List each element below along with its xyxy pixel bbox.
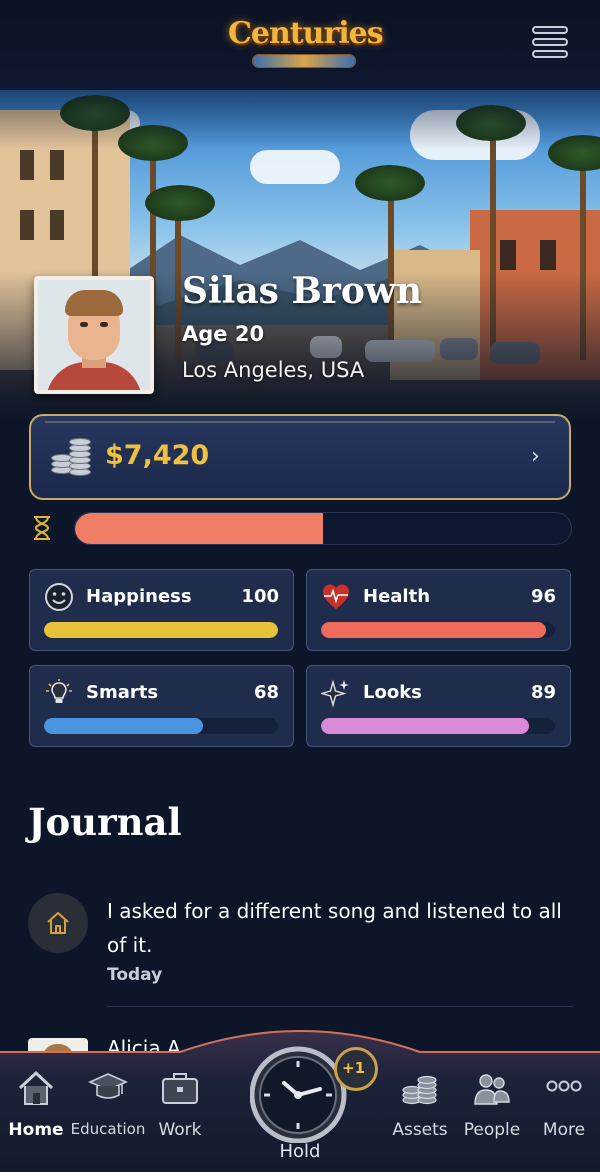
- coin-stack-icon: [51, 438, 95, 478]
- clock-icon: [249, 1046, 347, 1144]
- stat-bar-fill: [321, 622, 546, 638]
- graduation-cap-icon: [88, 1073, 128, 1099]
- lightbulb-icon: [46, 679, 72, 703]
- stat-bar: [321, 718, 555, 734]
- stat-bar: [44, 718, 278, 734]
- stat-card-health[interactable]: Health 96: [306, 569, 571, 651]
- character-name: Silas Brown: [182, 270, 423, 312]
- journal-entry-icon: [28, 893, 88, 953]
- heart-icon: [323, 584, 349, 609]
- hourglass-icon: [34, 516, 50, 540]
- character-location: Los Angeles, USA: [182, 358, 365, 382]
- life-time-progress-fill: [75, 513, 323, 544]
- nav-label: Work: [158, 1120, 202, 1140]
- stat-card-smarts[interactable]: Smarts 68: [29, 665, 294, 747]
- nav-assets[interactable]: Assets: [380, 1068, 460, 1158]
- stat-value: 68: [253, 682, 279, 703]
- logo-text: Centuries: [228, 16, 384, 51]
- plus-one-badge-text: +1: [342, 1059, 366, 1077]
- briefcase-icon: [162, 1073, 198, 1104]
- journal-entry-text: I asked for a different song and listene…: [107, 899, 562, 957]
- stat-bar-fill: [321, 718, 530, 734]
- stat-value: 100: [241, 586, 279, 607]
- smiley-icon: [45, 583, 73, 611]
- home-icon: [47, 912, 69, 934]
- stat-bar: [44, 622, 278, 638]
- avatar[interactable]: [34, 276, 154, 394]
- nav-people[interactable]: People: [452, 1068, 532, 1158]
- money-value: $7,420: [105, 440, 210, 471]
- app-header: Centuries: [0, 0, 600, 90]
- chevron-right-icon: ›: [531, 444, 540, 469]
- stat-card-looks[interactable]: Looks 89: [306, 665, 571, 747]
- nav-more[interactable]: More: [524, 1068, 600, 1158]
- sparkle-icon: [321, 679, 349, 708]
- nav-work[interactable]: Work: [140, 1068, 220, 1158]
- money-button[interactable]: $7,420 ›: [29, 414, 571, 500]
- journal-divider: [107, 1006, 573, 1007]
- people-icon: [474, 1074, 510, 1105]
- stat-bar-fill: [44, 718, 204, 734]
- centuries-logo: Centuries: [228, 14, 384, 72]
- hold-time-button[interactable]: +1: [249, 1043, 378, 1144]
- nav-label: More: [542, 1120, 586, 1140]
- stat-label: Health: [363, 586, 431, 607]
- stat-label: Happiness: [86, 586, 192, 607]
- journal-entry-date: Today: [107, 965, 163, 985]
- stat-label: Looks: [363, 682, 422, 703]
- home-icon: [18, 1070, 54, 1105]
- hold-label: Hold: [279, 1141, 321, 1162]
- stat-bar: [321, 622, 555, 638]
- logo-banner-strip: [252, 54, 356, 68]
- stat-bar-fill: [44, 622, 278, 638]
- character-age: Age 20: [182, 322, 265, 346]
- stat-label: Smarts: [86, 682, 159, 703]
- nav-education[interactable]: Education: [68, 1068, 148, 1158]
- coin-stack-icon: [402, 1075, 437, 1105]
- journal-title: Journal: [28, 800, 182, 844]
- life-time-progress-bar: [74, 512, 572, 545]
- nav-home[interactable]: Home: [0, 1068, 76, 1158]
- more-dots-icon: [546, 1080, 582, 1092]
- hamburger-menu-icon[interactable]: [532, 26, 568, 60]
- stat-card-happiness[interactable]: Happiness 100: [29, 569, 294, 651]
- stat-value: 96: [530, 586, 556, 607]
- stat-value: 89: [530, 682, 556, 703]
